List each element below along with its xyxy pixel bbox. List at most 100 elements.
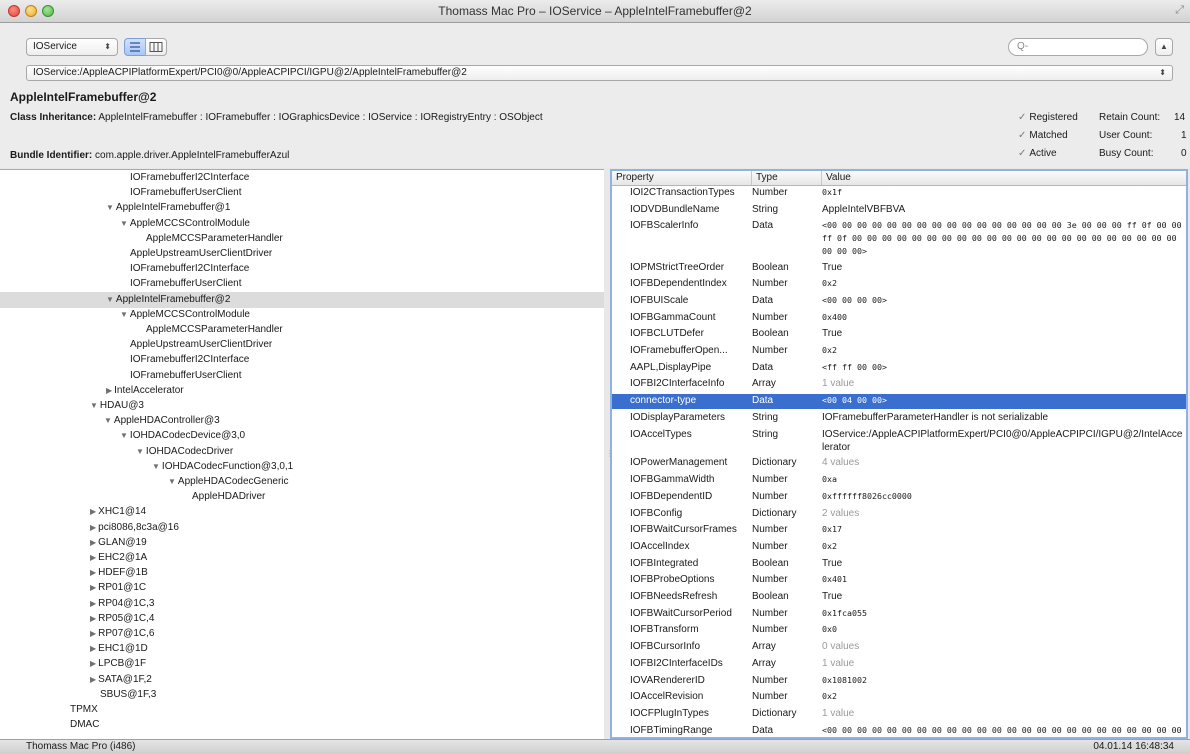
table-row[interactable]: IOAccelRevision Number 0x2 <box>612 690 1186 705</box>
disclosure-closed-icon[interactable]: ▶ <box>90 614 96 623</box>
fullscreen-icon[interactable]: ⤢ <box>1175 4 1184 17</box>
plane-popup[interactable]: IOService ⬍ <box>26 38 118 56</box>
tree-row[interactable]: AppleMCCSParameterHandler <box>0 322 604 338</box>
table-row[interactable]: IOFBGammaCount Number 0x400 <box>612 311 1186 326</box>
tree-row[interactable]: ▼ IOHDACodecDevice@3,0 <box>0 428 604 444</box>
tree-row[interactable]: ▶ LPCB@1F <box>0 656 604 672</box>
table-row[interactable]: IOFramebufferOpen... Number 0x2 <box>612 344 1186 359</box>
disclosure-open-icon[interactable]: ▼ <box>120 431 128 440</box>
column-header-value[interactable]: Value <box>822 171 1186 185</box>
table-row[interactable]: IOFBNeedsRefresh Boolean True <box>612 590 1186 605</box>
tree-row[interactable]: ▼ IOHDACodecDriver <box>0 444 604 460</box>
tree-row[interactable]: ▼ AppleIntelFramebuffer@1 <box>0 200 604 216</box>
table-row[interactable]: IOFBGammaWidth Number 0xa <box>612 473 1186 488</box>
disclosure-open-icon[interactable]: ▼ <box>120 219 128 228</box>
table-row[interactable]: IOFBScalerInfo Data <00 00 00 00 00 00 00 … <box>612 219 1186 259</box>
table-row[interactable]: IOI2CTransactionTypes Number 0x1f <box>612 186 1186 201</box>
tree-row[interactable]: ▼ AppleMCCSControlModule <box>0 216 604 232</box>
disclosure-closed-icon[interactable]: ▶ <box>90 659 96 668</box>
tree-row[interactable]: IOFramebufferI2CInterface <box>0 170 604 186</box>
disclosure-open-icon[interactable]: ▼ <box>90 401 98 410</box>
disclosure-open-icon[interactable]: ▼ <box>106 295 114 304</box>
path-popup[interactable]: IOService:/AppleACPIPlatformExpert/PCI0@… <box>26 65 1173 81</box>
table-row[interactable]: ▶IOCFPlugInTypesDictionary 1 value <box>612 707 1186 722</box>
tree-row[interactable]: IOFramebufferUserClient <box>0 185 604 201</box>
disclosure-closed-icon[interactable]: ▶ <box>90 644 96 653</box>
column-header-property[interactable]: Property <box>612 171 752 185</box>
search-input[interactable]: Q- <box>1008 38 1148 56</box>
tree-row[interactable]: DMAC <box>0 717 604 733</box>
table-row[interactable]: ▶IOFBI2CInterfaceInfoArray 1 value <box>612 377 1186 392</box>
tree-row[interactable]: ▶ HDEF@1B <box>0 565 604 581</box>
tree-row[interactable]: ▶ pci8086,8c3a@16 <box>0 520 604 536</box>
tree-row[interactable]: ▶ IntelAccelerator <box>0 383 604 399</box>
disclosure-closed-icon[interactable]: ▶ <box>90 507 96 516</box>
tree-row[interactable]: ▶ RP05@1C,4 <box>0 611 604 627</box>
tree-row[interactable]: ▶ RP01@1C <box>0 580 604 596</box>
disclosure-closed-icon[interactable]: ▶ <box>90 599 96 608</box>
tree-row[interactable]: ▶ EHC1@1D <box>0 641 604 657</box>
column-view-button[interactable] <box>145 38 167 56</box>
table-row[interactable]: IOAccelTypes String IOService:/AppleACPIPl… <box>612 428 1186 456</box>
tree-row[interactable]: ▶ XHC1@14 <box>0 504 604 520</box>
tree-row[interactable]: AppleUpstreamUserClientDriver <box>0 246 604 262</box>
tree-row[interactable]: SBUS@1F,3 <box>0 687 604 703</box>
disclosure-closed-icon[interactable]: ▶ <box>90 538 96 547</box>
tree-row[interactable]: ▶ GLAN@19 <box>0 535 604 551</box>
disclosure-closed-icon[interactable]: ▶ <box>106 386 112 395</box>
table-row[interactable]: ▶IOFBConfigDictionary 2 values <box>612 507 1186 522</box>
table-row[interactable]: IOFBProbeOptions Number 0x401 <box>612 573 1186 588</box>
table-row[interactable]: IOFBTimingRange Data <00 00 00 00 00 00 00… <box>612 724 1186 737</box>
disclosure-closed-icon[interactable]: ▶ <box>90 523 96 532</box>
table-row[interactable]: connector-type Data <00 04 00 00> <box>612 394 1186 410</box>
table-row[interactable]: AAPL,DisplayPipe Data <ff ff 00 00> <box>612 361 1186 376</box>
tree-row[interactable]: ▼ IOHDACodecFunction@3,0,1 <box>0 459 604 475</box>
table-row[interactable]: IOFBCLUTDefer Boolean True <box>612 327 1186 342</box>
disclosure-open-icon[interactable]: ▼ <box>152 462 160 471</box>
table-row[interactable]: IOFBDependentID Number 0xffffff8026cc0000 <box>612 490 1186 505</box>
table-row[interactable]: IODVDBundleName String AppleIntelVBFBVA <box>612 203 1186 218</box>
disclosure-closed-icon[interactable]: ▶ <box>90 568 96 577</box>
disclosure-open-icon[interactable]: ▼ <box>106 203 114 212</box>
tree-row[interactable]: ▼ AppleIntelFramebuffer@2 <box>0 291 604 308</box>
table-row[interactable]: IOFBCursorInfo Array 0 values <box>612 640 1186 655</box>
table-row[interactable]: IODisplayParameters String IOFramebufferPa… <box>612 411 1186 426</box>
table-row[interactable]: ▶IOPowerManagementDictionary 4 values <box>612 456 1186 471</box>
tree-row[interactable]: ▼ HDAU@3 <box>0 398 604 414</box>
tree-row[interactable]: IOFramebufferI2CInterface <box>0 352 604 368</box>
tree-row[interactable]: AppleHDADriver <box>0 489 604 505</box>
tree-row[interactable]: ▶ SATA@1F,2 <box>0 672 604 688</box>
table-row[interactable]: IOFBIntegrated Boolean True <box>612 557 1186 572</box>
disclosure-closed-icon[interactable]: ▶ <box>90 583 96 592</box>
tree-row[interactable]: AppleUpstreamUserClientDriver <box>0 337 604 353</box>
tree-row[interactable]: TPMX <box>0 702 604 718</box>
table-row[interactable]: IOFBWaitCursorFrames Number 0x17 <box>612 523 1186 538</box>
table-row[interactable]: IOFBWaitCursorPeriod Number 0x1fca055 <box>612 607 1186 622</box>
disclosure-closed-icon[interactable]: ▶ <box>90 553 96 562</box>
disclosure-open-icon[interactable]: ▼ <box>120 310 128 319</box>
property-table[interactable]: Property Type Value IOI2CTransactionType… <box>610 169 1188 739</box>
tree-row[interactable]: ▶ EHC2@1A <box>0 550 604 566</box>
table-row[interactable]: IOAccelIndex Number 0x2 <box>612 540 1186 555</box>
disclosure-closed-icon[interactable]: ▶ <box>90 629 96 638</box>
tree-row[interactable]: AppleMCCSParameterHandler <box>0 231 604 247</box>
disclosure-open-icon[interactable]: ▼ <box>104 416 112 425</box>
tree-row[interactable]: ▼ AppleHDAController@3 <box>0 413 604 429</box>
table-row[interactable]: IOFBUIScale Data <00 00 00 00> <box>612 294 1186 309</box>
column-header-type[interactable]: Type <box>752 171 822 185</box>
tree-row[interactable]: ▶ RP04@1C,3 <box>0 596 604 612</box>
expand-toggle-button[interactable]: ▲ <box>1155 38 1173 56</box>
disclosure-closed-icon[interactable]: ▶ <box>90 675 96 684</box>
table-row[interactable]: IOVARendererID Number 0x1081002 <box>612 674 1186 689</box>
tree-row[interactable]: IOFramebufferUserClient <box>0 276 604 292</box>
table-row[interactable]: IOFBTransform Number 0x0 <box>612 623 1186 638</box>
table-row[interactable]: IOPMStrictTreeOrder Boolean True <box>612 261 1186 276</box>
list-view-button[interactable] <box>124 38 146 56</box>
disclosure-open-icon[interactable]: ▼ <box>136 447 144 456</box>
table-row[interactable]: IOFBDependentIndex Number 0x2 <box>612 277 1186 292</box>
tree-row[interactable]: ▼ AppleHDACodecGeneric <box>0 474 604 490</box>
tree-row[interactable]: IOFramebufferI2CInterface <box>0 261 604 277</box>
tree-row[interactable]: ▶ RP07@1C,6 <box>0 626 604 642</box>
table-row[interactable]: ▶IOFBI2CInterfaceIDsArray 1 value <box>612 657 1186 672</box>
registry-tree[interactable]: IOFramebufferI2CInterface IOFramebufferUs… <box>0 169 605 740</box>
